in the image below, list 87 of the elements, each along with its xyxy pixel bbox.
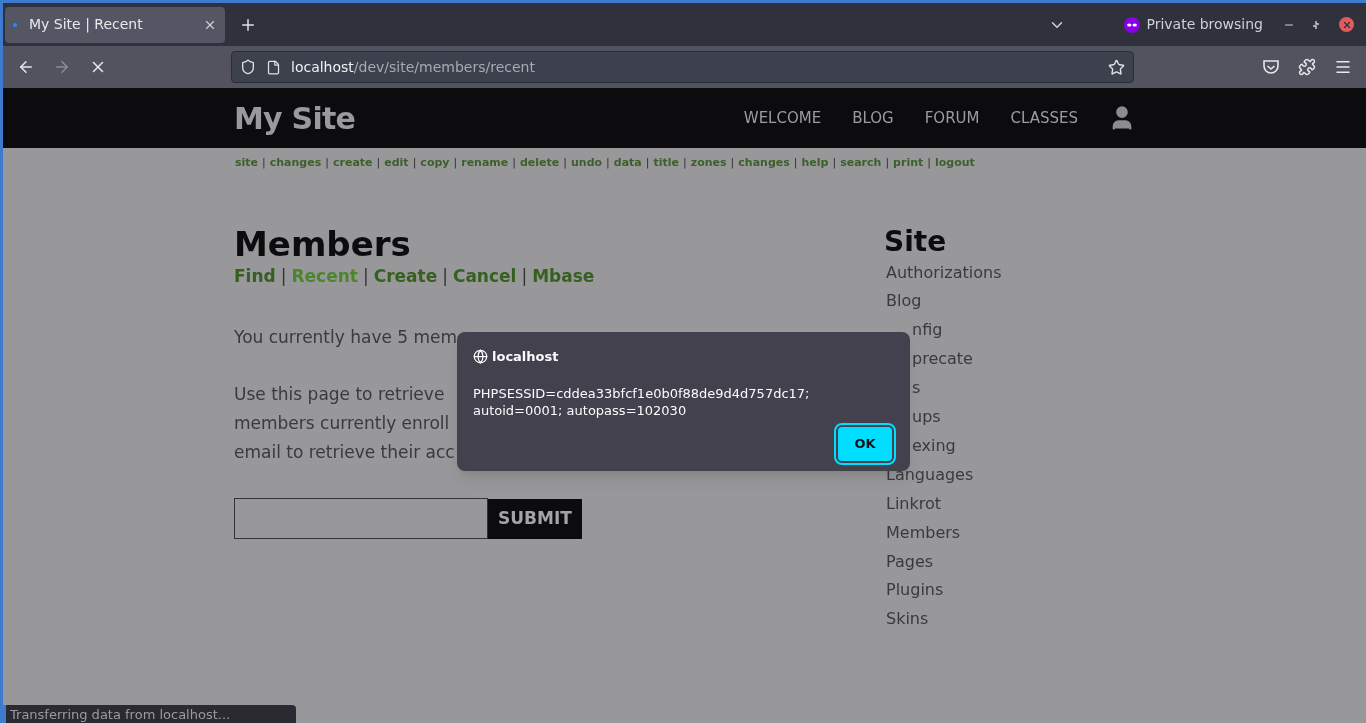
url-text: localhost/dev/site/members/recent <box>291 57 536 77</box>
sidebar-link[interactable]: Linkrot <box>886 489 942 519</box>
close-icon <box>1341 19 1352 30</box>
globe-icon <box>473 349 488 365</box>
separator: | <box>730 156 735 169</box>
separator: | <box>412 156 417 169</box>
separator: | <box>512 156 516 169</box>
pocket-icon[interactable] <box>1262 58 1280 76</box>
ok-button[interactable]: OK <box>836 424 894 463</box>
sidebar-link[interactable]: Plugins <box>886 576 944 606</box>
sidebar-link[interactable]: s <box>912 374 921 404</box>
action-link[interactable]: create <box>333 156 373 169</box>
action-link[interactable]: search <box>840 156 882 169</box>
action-link[interactable]: copy <box>420 156 450 169</box>
separator: | <box>683 156 687 169</box>
separator: | <box>280 265 287 286</box>
intro-text: You currently have 5 mem <box>234 326 459 349</box>
back-icon[interactable] <box>17 58 35 76</box>
nav-link[interactable]: CLASSES <box>1010 106 1078 130</box>
separator: | <box>453 156 458 169</box>
action-link[interactable]: edit <box>384 156 409 169</box>
submit-button[interactable]: SUBMIT <box>488 498 582 539</box>
site-logo[interactable]: My Site <box>234 95 356 141</box>
action-link[interactable]: site <box>235 156 259 169</box>
sidebar-link[interactable]: Blog <box>886 287 922 317</box>
status-bar: Transferring data from localhost... <box>3 705 296 723</box>
email-input[interactable] <box>234 497 488 539</box>
page-icon <box>266 59 281 75</box>
page-heading: Members <box>234 223 412 264</box>
dialog-message: autoid=0001; autopass=102030 <box>473 401 687 419</box>
nav-link[interactable]: FORUM <box>924 106 980 130</box>
separator: | <box>832 156 837 169</box>
sidebar-link[interactable]: precate <box>912 345 973 375</box>
restore-icon[interactable] <box>1311 19 1321 30</box>
paragraph-line: members currently enroll <box>234 411 450 435</box>
sidebar-link[interactable]: exing <box>912 431 956 461</box>
sub-link[interactable]: Cancel <box>452 265 517 286</box>
sidebar-link[interactable]: Authorizations <box>886 258 1002 288</box>
sub-link[interactable]: Find <box>234 265 276 286</box>
sidebar-title: Site <box>884 224 948 259</box>
action-link[interactable]: changes <box>269 156 322 169</box>
separator: | <box>927 156 931 169</box>
nav-link[interactable]: BLOG <box>852 106 894 130</box>
extensions-icon[interactable] <box>1298 58 1316 76</box>
paragraph-line: Use this page to retrieve <box>234 382 445 406</box>
address-bar[interactable]: localhost/dev/site/members/recent <box>231 51 1134 83</box>
action-link[interactable]: print <box>893 156 924 169</box>
dialog-title: localhost <box>492 348 559 366</box>
paragraph-line: email to retrieve their acc <box>234 440 455 464</box>
sub-link[interactable]: Create <box>373 265 438 286</box>
bookmark-star-icon[interactable] <box>1108 58 1125 76</box>
action-link[interactable]: undo <box>571 156 603 169</box>
sub-link[interactable]: Mbase <box>532 265 595 286</box>
sidebar-link[interactable]: Languages <box>886 460 974 490</box>
separator: | <box>645 156 650 169</box>
sidebar-link[interactable]: ups <box>912 403 941 432</box>
close-window-button[interactable] <box>1339 17 1354 32</box>
action-link[interactable]: title <box>653 156 680 169</box>
action-link[interactable]: logout <box>935 156 975 169</box>
tab-title: My Site | Recent <box>29 15 144 35</box>
sidebar-link[interactable]: Skins <box>886 605 929 635</box>
separator: | <box>442 265 448 286</box>
separator: | <box>521 265 528 286</box>
mask-icon <box>1124 16 1141 33</box>
separator: | <box>885 156 890 169</box>
separator: | <box>376 156 381 169</box>
separator: | <box>793 156 798 169</box>
separator: | <box>563 156 567 169</box>
separator: | <box>362 265 369 286</box>
action-link[interactable]: delete <box>520 156 560 169</box>
shield-icon[interactable] <box>240 59 256 75</box>
browser-tab[interactable]: My Site | Recent <box>5 6 225 43</box>
nav-link[interactable]: WELCOME <box>743 106 822 130</box>
sidebar-link[interactable]: Members <box>886 518 961 548</box>
separator: | <box>325 156 329 169</box>
action-link[interactable]: data <box>613 156 642 169</box>
dialog-message: PHPSESSID=cddea33bfcf1e0b0f88de9d4d757dc17; <box>473 384 810 402</box>
menu-icon[interactable] <box>1334 58 1352 76</box>
separator: | <box>606 156 610 169</box>
action-link[interactable]: changes <box>738 156 790 169</box>
sidebar-link[interactable]: nfig <box>912 316 943 346</box>
separator: | <box>262 156 266 169</box>
sidebar-link[interactable]: Pages <box>886 547 934 577</box>
action-link[interactable]: zones <box>690 156 727 169</box>
action-link[interactable]: rename <box>461 156 509 169</box>
action-link[interactable]: help <box>801 156 829 169</box>
private-browsing-label: Private browsing <box>1146 15 1263 34</box>
